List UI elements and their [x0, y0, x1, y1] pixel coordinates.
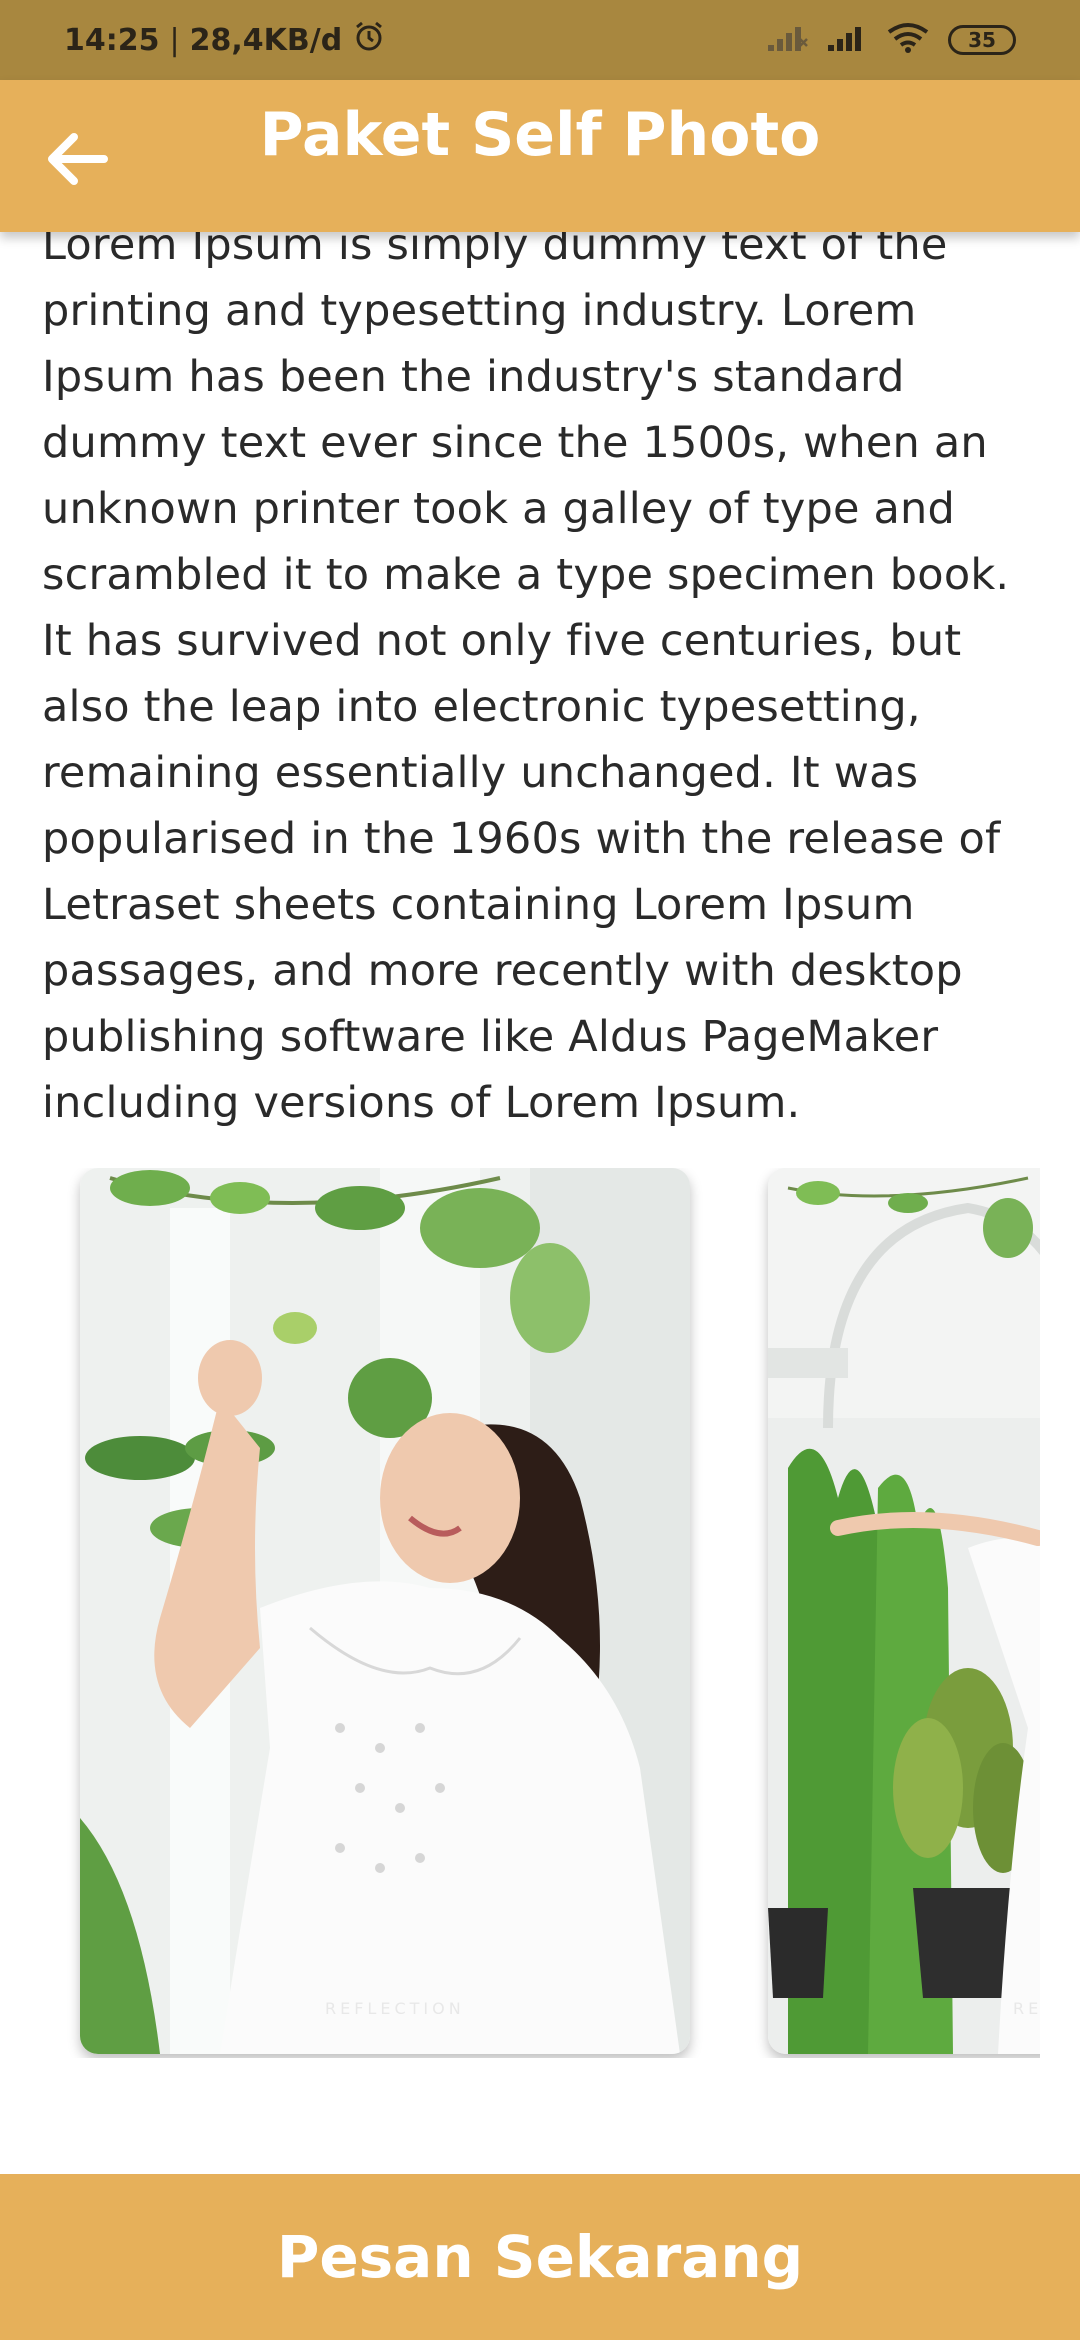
photo-gallery[interactable]: REFLECTION RE — [0, 1168, 1040, 2058]
status-data-rate: 28,4KB/d — [189, 22, 343, 58]
gallery-photo-1[interactable]: REFLECTION — [80, 1168, 690, 2054]
status-bar: 14:25 | 28,4KB/d 35 — [0, 0, 1080, 80]
gallery-photo-2[interactable]: REFLECTION — [768, 1168, 1040, 2054]
status-time: 14:25 — [64, 22, 160, 58]
description-text: Lorem Ipsum is simply dummy text of the … — [42, 220, 1010, 1128]
battery-level: 35 — [968, 28, 996, 52]
app-bar: Paket Self Photo — [0, 80, 1080, 232]
alarm-icon — [352, 19, 386, 61]
status-right: 35 — [766, 22, 1016, 58]
gallery-watermark-2: REFLECTION — [1013, 1999, 1040, 2018]
signal-sim2-icon — [826, 23, 868, 57]
wifi-icon — [886, 22, 930, 58]
page-title: Paket Self Photo — [259, 100, 821, 170]
battery-icon: 35 — [948, 25, 1016, 55]
bride-photo-1: REFLECTION — [80, 1168, 690, 2054]
status-left: 14:25 | 28,4KB/d — [64, 19, 386, 61]
screen: 14:25 | 28,4KB/d 35 Paket Self Photo Lor… — [0, 0, 1080, 2340]
status-separator: | — [169, 22, 180, 58]
gallery-watermark-1: REFLECTION — [325, 1999, 465, 2018]
signal-sim1-icon — [766, 23, 808, 57]
content: Lorem Ipsum is simply dummy text of the … — [0, 212, 1080, 1136]
bride-photo-2: REFLECTION — [768, 1168, 1040, 2054]
order-now-button[interactable]: Pesan Sekarang — [0, 2174, 1080, 2340]
